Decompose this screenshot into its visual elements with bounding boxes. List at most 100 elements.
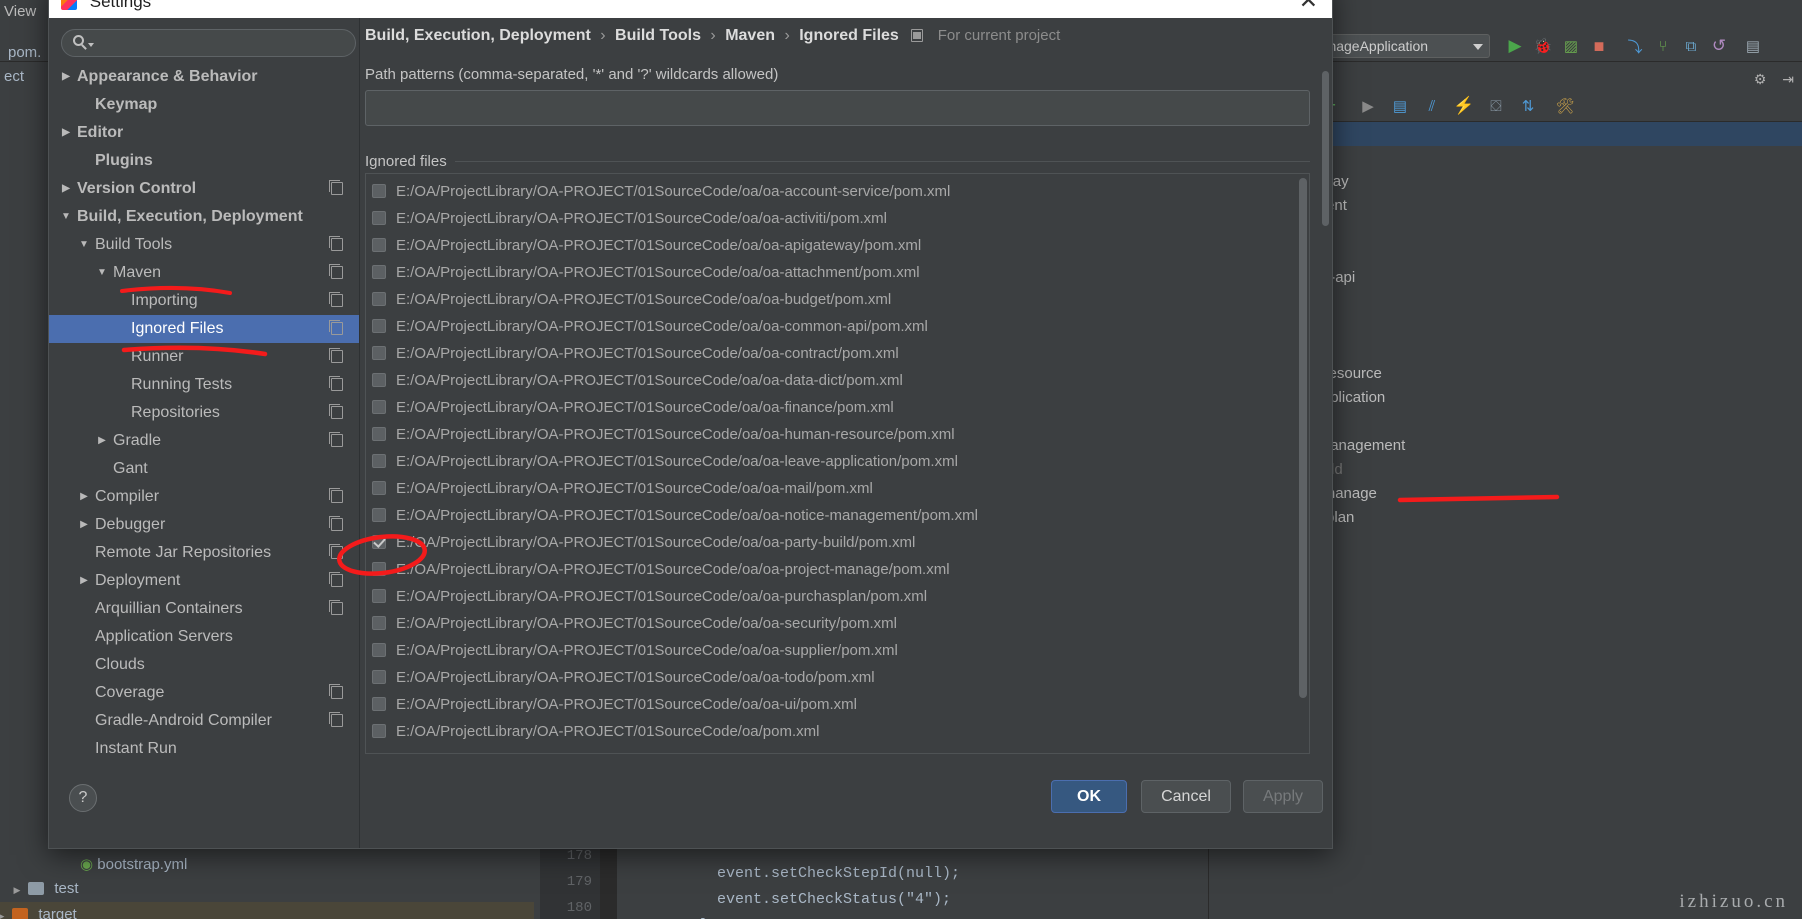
chevron-right-icon[interactable]: ▶ bbox=[95, 427, 109, 455]
settings-category-build-execution-deployment[interactable]: ▼ Build, Execution, Deployment bbox=[49, 203, 359, 231]
settings-category-arquillian-containers[interactable]: Arquillian Containers bbox=[49, 595, 359, 623]
chevron-right-icon[interactable]: ▶ bbox=[10, 877, 24, 903]
ignored-file-checkbox[interactable] bbox=[372, 481, 386, 495]
chevron-right-icon[interactable]: ▶ bbox=[59, 119, 73, 147]
chevron-right-icon[interactable]: ▶ bbox=[77, 567, 91, 595]
ignored-file-row[interactable]: E:/OA/ProjectLibrary/OA-PROJECT/01Source… bbox=[366, 232, 1309, 259]
ignored-file-row[interactable]: E:/OA/ProjectLibrary/OA-PROJECT/01Source… bbox=[366, 421, 1309, 448]
settings-category-application-servers[interactable]: Application Servers bbox=[49, 623, 359, 651]
chevron-down-icon[interactable]: ▼ bbox=[77, 231, 91, 259]
settings-category-importing[interactable]: Importing bbox=[49, 287, 359, 315]
settings-category-clouds[interactable]: Clouds bbox=[49, 651, 359, 679]
compare-with-branch-icon[interactable]: ⧉ bbox=[1681, 36, 1701, 56]
settings-category-gant[interactable]: Gant bbox=[49, 455, 359, 483]
ignored-file-row[interactable]: E:/OA/ProjectLibrary/OA-PROJECT/01Source… bbox=[366, 394, 1309, 421]
update-project-icon[interactable]: ⤵ bbox=[1625, 36, 1645, 56]
ignored-file-checkbox[interactable] bbox=[372, 319, 386, 333]
chevron-right-icon[interactable]: ▶ bbox=[77, 511, 91, 539]
settings-category-compiler[interactable]: ▶ Compiler bbox=[49, 483, 359, 511]
ignored-files-scrollbar[interactable] bbox=[1299, 178, 1307, 698]
ignored-file-checkbox[interactable] bbox=[372, 589, 386, 603]
help-button[interactable]: ? bbox=[69, 784, 97, 812]
search-input[interactable] bbox=[102, 33, 347, 53]
ignored-file-checkbox[interactable] bbox=[372, 562, 386, 576]
gear-icon[interactable]: ⚙ bbox=[1754, 71, 1767, 87]
ignored-file-checkbox[interactable] bbox=[372, 265, 386, 279]
ignored-file-checkbox[interactable] bbox=[372, 535, 386, 549]
project-row-target[interactable]: ▶ target bbox=[0, 902, 534, 919]
ignored-file-checkbox[interactable] bbox=[372, 697, 386, 711]
settings-search-box[interactable] bbox=[61, 29, 356, 57]
ignored-file-checkbox[interactable] bbox=[372, 238, 386, 252]
chevron-right-icon[interactable]: ▶ bbox=[0, 903, 8, 919]
settings-category-instant-run[interactable]: Instant Run bbox=[49, 735, 359, 762]
settings-category-runner[interactable]: Runner bbox=[49, 343, 359, 371]
stop-icon[interactable]: ■ bbox=[1589, 36, 1609, 56]
maven-settings-icon[interactable]: 🛠 bbox=[1554, 95, 1576, 117]
ignored-files-list[interactable]: E:/OA/ProjectLibrary/OA-PROJECT/01Source… bbox=[365, 173, 1310, 754]
settings-category-version-control[interactable]: ▶ Version Control bbox=[49, 175, 359, 203]
ignored-file-checkbox[interactable] bbox=[372, 724, 386, 738]
ignored-file-row[interactable]: E:/OA/ProjectLibrary/OA-PROJECT/01Source… bbox=[366, 637, 1309, 664]
ignored-file-checkbox[interactable] bbox=[372, 670, 386, 684]
settings-category-deployment[interactable]: ▶ Deployment bbox=[49, 567, 359, 595]
path-patterns-input[interactable] bbox=[366, 91, 1309, 125]
settings-category-running-tests[interactable]: Running Tests bbox=[49, 371, 359, 399]
ignored-file-checkbox[interactable] bbox=[372, 211, 386, 225]
breadcrumb-part-1[interactable]: Build Tools bbox=[615, 27, 701, 44]
ignored-file-row[interactable]: E:/OA/ProjectLibrary/OA-PROJECT/01Source… bbox=[366, 340, 1309, 367]
settings-category-maven[interactable]: ▼ Maven bbox=[49, 259, 359, 287]
settings-category-gradle[interactable]: ▶ Gradle bbox=[49, 427, 359, 455]
collapse-all-icon[interactable]: ⇅ bbox=[1517, 95, 1539, 117]
settings-category-remote-jar-repositories[interactable]: Remote Jar Repositories bbox=[49, 539, 359, 567]
ignored-file-checkbox[interactable] bbox=[372, 346, 386, 360]
project-row-test[interactable]: ▶ test bbox=[10, 876, 550, 902]
toggle-offline-icon[interactable]: ⫽ bbox=[1421, 95, 1443, 117]
chevron-down-icon[interactable]: ▼ bbox=[95, 259, 109, 287]
chevron-down-icon[interactable] bbox=[88, 43, 94, 47]
ignored-file-row[interactable]: E:/OA/ProjectLibrary/OA-PROJECT/01Source… bbox=[366, 556, 1309, 583]
settings-category-repositories[interactable]: Repositories bbox=[49, 399, 359, 427]
ignored-file-row[interactable]: E:/OA/ProjectLibrary/OA-PROJECT/01Source… bbox=[366, 286, 1309, 313]
ignored-file-checkbox[interactable] bbox=[372, 400, 386, 414]
settings-category-editor[interactable]: ▶ Editor bbox=[49, 119, 359, 147]
settings-category-coverage[interactable]: Coverage bbox=[49, 679, 359, 707]
settings-category-tree[interactable]: ▶ Appearance & Behavior Keymap ▶ Editor Plugi… bbox=[49, 63, 359, 762]
ignored-file-row[interactable]: E:/OA/ProjectLibrary/OA-PROJECT/01Source… bbox=[366, 502, 1309, 529]
ignored-file-checkbox[interactable] bbox=[372, 373, 386, 387]
ignored-file-checkbox[interactable] bbox=[372, 643, 386, 657]
ignored-file-row[interactable]: E:/OA/ProjectLibrary/OA-PROJECT/01Source… bbox=[366, 367, 1309, 394]
ignored-file-row[interactable]: E:/OA/ProjectLibrary/OA-PROJECT/01Source… bbox=[366, 691, 1309, 718]
chevron-right-icon[interactable]: ▶ bbox=[59, 175, 73, 203]
close-icon[interactable]: ✕ bbox=[1299, 0, 1318, 18]
cancel-button[interactable]: Cancel bbox=[1141, 780, 1231, 813]
collapse-panel-icon[interactable]: ⇥ bbox=[1782, 71, 1794, 87]
settings-category-debugger[interactable]: ▶ Debugger bbox=[49, 511, 359, 539]
chevron-down-icon[interactable]: ▼ bbox=[59, 203, 73, 231]
ignored-file-checkbox[interactable] bbox=[372, 616, 386, 630]
ignored-file-row[interactable]: E:/OA/ProjectLibrary/OA-PROJECT/01Source… bbox=[366, 475, 1309, 502]
commit-icon[interactable]: ⑂ bbox=[1653, 36, 1673, 56]
breadcrumb-part-0[interactable]: Build, Execution, Deployment bbox=[365, 27, 591, 44]
ignored-file-row[interactable]: E:/OA/ProjectLibrary/OA-PROJECT/01Source… bbox=[366, 610, 1309, 637]
debug-icon[interactable]: 🐞 bbox=[1533, 36, 1553, 56]
ignored-file-row[interactable]: E:/OA/ProjectLibrary/OA-PROJECT/01Source… bbox=[366, 178, 1309, 205]
breadcrumb-part-2[interactable]: Maven bbox=[725, 27, 775, 44]
revert-icon[interactable]: ↺ bbox=[1709, 36, 1729, 56]
settings-category-plugins[interactable]: Plugins bbox=[49, 147, 359, 175]
run-icon[interactable]: ▶ bbox=[1505, 36, 1525, 56]
ignored-file-row[interactable]: E:/OA/ProjectLibrary/OA-PROJECT/01Source… bbox=[366, 718, 1309, 745]
ignored-file-checkbox[interactable] bbox=[372, 454, 386, 468]
breadcrumb-part-3[interactable]: Ignored Files bbox=[799, 27, 899, 44]
menu-item-view[interactable]: View bbox=[4, 3, 36, 20]
show-dependencies-icon[interactable]: ⛋ bbox=[1485, 95, 1507, 117]
settings-category-keymap[interactable]: Keymap bbox=[49, 91, 359, 119]
settings-category-build-tools[interactable]: ▼ Build Tools bbox=[49, 231, 359, 259]
ignored-file-checkbox[interactable] bbox=[372, 292, 386, 306]
project-structure-icon[interactable]: ▤ bbox=[1743, 36, 1763, 56]
settings-category-gradle-android-compiler[interactable]: Gradle-Android Compiler bbox=[49, 707, 359, 735]
chevron-right-icon[interactable]: ▶ bbox=[59, 63, 73, 91]
path-patterns-field[interactable] bbox=[365, 90, 1310, 126]
ok-button[interactable]: OK bbox=[1051, 780, 1127, 813]
ignored-file-checkbox[interactable] bbox=[372, 508, 386, 522]
